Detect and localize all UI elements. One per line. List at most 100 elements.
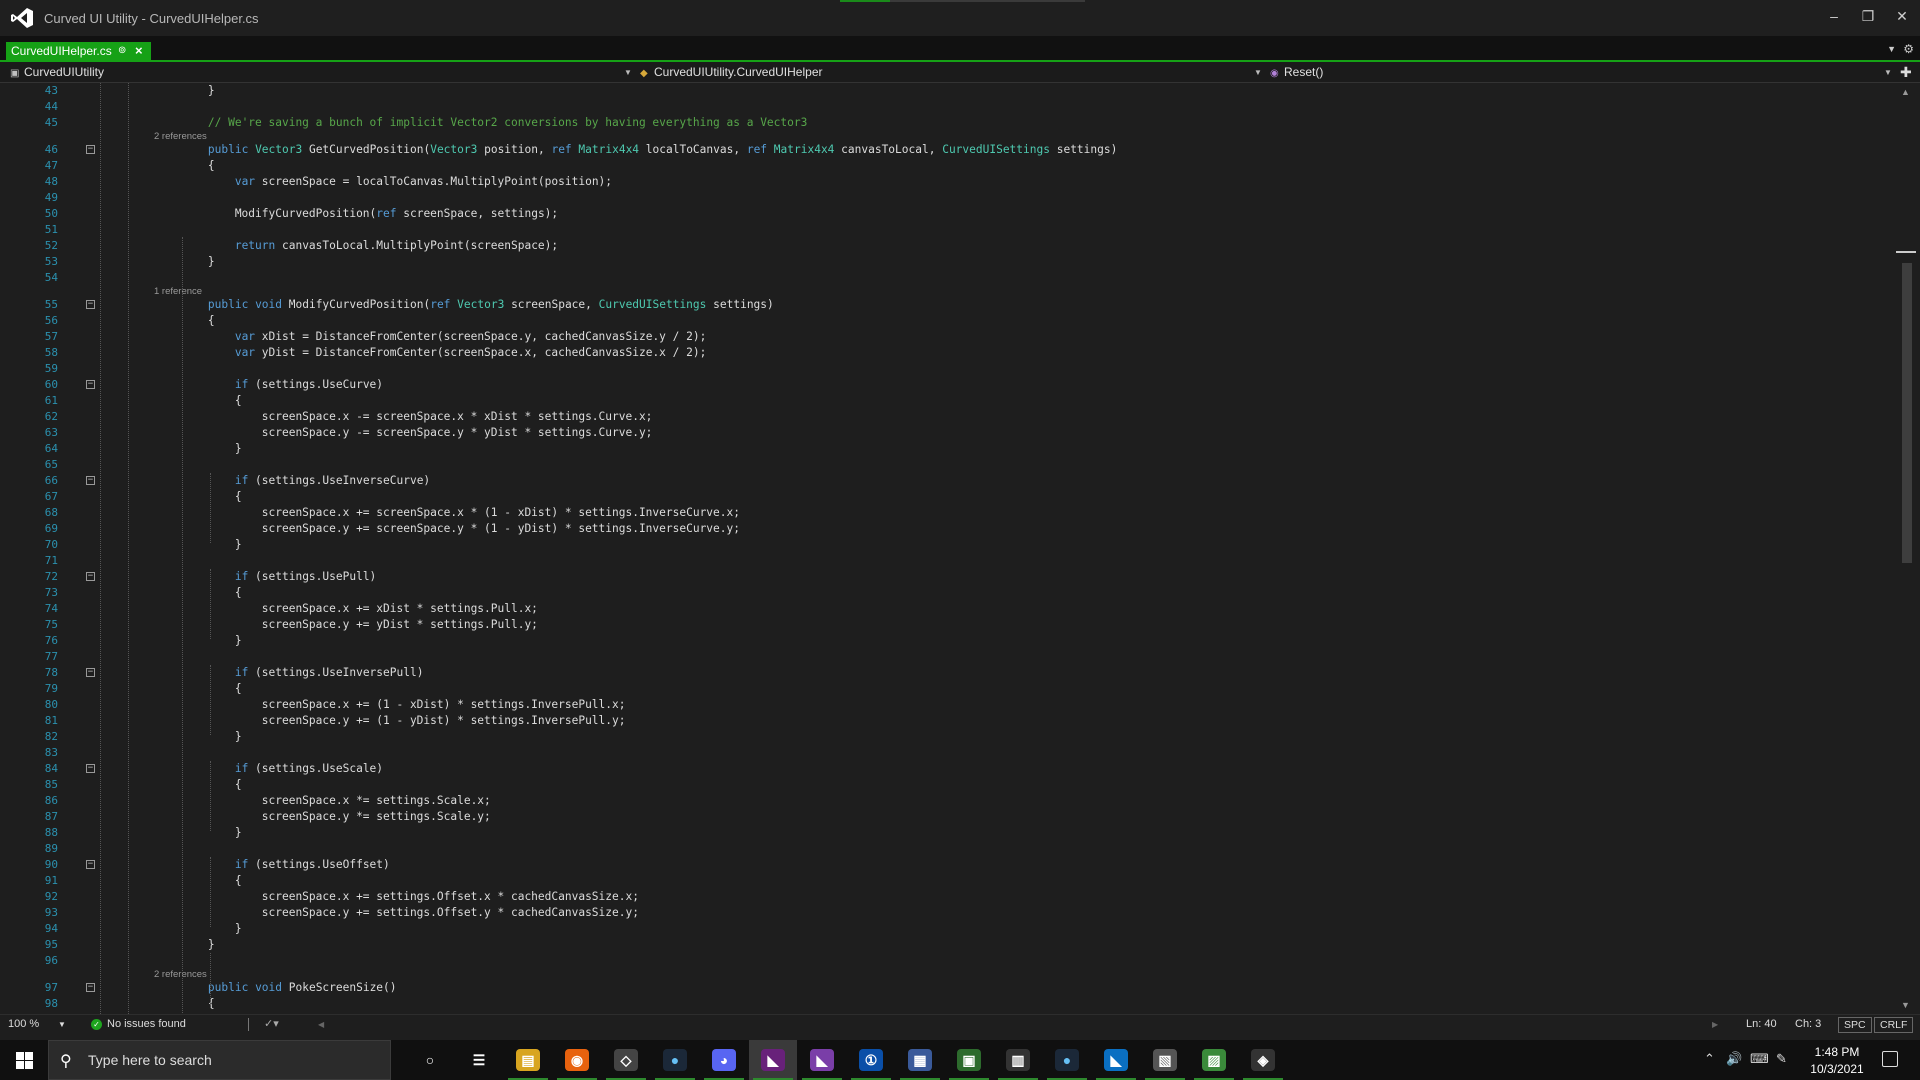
collapse-icon[interactable]: − [86,145,95,154]
code-line[interactable]: 50 ModifyCurvedPosition(ref screenSpace,… [0,206,1894,222]
scroll-up-icon[interactable]: ▲ [1901,87,1910,97]
code-line[interactable]: 81 screenSpace.y += (1 - yDist) * settin… [0,713,1894,729]
code-line[interactable]: 73 { [0,585,1894,601]
code-line[interactable]: 94 } [0,921,1894,937]
split-editor-icon[interactable]: ✚ [1900,65,1914,79]
close-tab-icon[interactable]: × [135,42,143,60]
chevron-down-icon[interactable]: ▼ [58,1015,66,1034]
chevron-down-icon[interactable]: ▼ [1884,62,1892,83]
collapse-icon[interactable]: − [86,572,95,581]
code-line[interactable]: 87 screenSpace.y *= settings.Scale.y; [0,809,1894,825]
show-hidden-icons-icon[interactable]: ⌃ [1704,1051,1715,1067]
volume-icon[interactable]: 🔊 [1726,1051,1742,1067]
code-line[interactable]: 61 { [0,393,1894,409]
code-line[interactable]: 67 { [0,489,1894,505]
tab-overflow-icon[interactable]: ▼ [1887,44,1896,54]
code-line[interactable]: 98 { [0,996,1894,1012]
pin-icon[interactable]: ⊚ [118,42,126,60]
taskbar-app-vscode-icon[interactable]: ◣ [1092,1040,1140,1080]
code-line[interactable]: 44 [0,99,1894,115]
clock-time[interactable]: 1:48 PM [1802,1045,1872,1059]
code-line[interactable]: 62 screenSpace.x -= screenSpace.x * xDis… [0,409,1894,425]
collapse-icon[interactable]: − [86,476,95,485]
code-line[interactable]: 96 [0,953,1894,969]
code-line[interactable]: 85 { [0,777,1894,793]
collapse-icon[interactable]: − [86,300,95,309]
code-line[interactable]: 65 [0,457,1894,473]
taskbar-app-app-icon-2[interactable]: ▣ [945,1040,993,1080]
code-line[interactable]: 69 screenSpace.y += screenSpace.y * (1 -… [0,521,1894,537]
scroll-right-icon[interactable]: ▶ [1712,1015,1718,1034]
taskbar-app-unity-icon[interactable]: ◈ [1239,1040,1287,1080]
scrollbar-thumb[interactable] [1902,263,1912,563]
collapse-icon[interactable]: − [86,860,95,869]
taskbar-app-file-explorer-icon[interactable]: ▤ [504,1040,552,1080]
code-line[interactable]: 83 [0,745,1894,761]
codelens-references[interactable]: 1 reference [154,286,202,297]
gear-icon[interactable]: ⚙ [1903,42,1914,56]
code-line[interactable]: 45 // We're saving a bunch of implicit V… [0,115,1894,131]
class-dropdown[interactable]: ◆ CurvedUIUtility.CurvedUIHelper [640,62,823,83]
code-line[interactable]: 68 screenSpace.x += screenSpace.x * (1 -… [0,505,1894,521]
issues-status[interactable]: No issues found [107,1015,186,1034]
notification-icon[interactable] [1882,1051,1898,1067]
code-line[interactable]: 84 − if (settings.UseScale) [0,761,1894,777]
taskbar-app-firefox-icon[interactable]: ◉ [553,1040,601,1080]
codelens-references[interactable]: 2 references [154,131,207,142]
code-line[interactable]: 58 var yDist = DistanceFromCenter(screen… [0,345,1894,361]
code-line[interactable]: 74 screenSpace.x += xDist * settings.Pul… [0,601,1894,617]
code-line[interactable]: 66 − if (settings.UseInverseCurve) [0,473,1894,489]
close-window-button[interactable]: ✕ [1888,4,1916,28]
restore-button[interactable]: ❐ [1854,4,1882,28]
code-line[interactable]: 71 [0,553,1894,569]
code-line[interactable]: 64 } [0,441,1894,457]
member-dropdown[interactable]: ◉ Reset() [1270,62,1323,83]
code-line[interactable]: 47 { [0,158,1894,174]
taskbar-app-app-icon[interactable]: ▦ [896,1040,944,1080]
taskbar-app-steam-2-icon[interactable]: ● [1043,1040,1091,1080]
whitespace-indicator[interactable]: SPC [1838,1017,1872,1033]
minimize-button[interactable]: – [1820,4,1848,28]
code-line[interactable]: 75 screenSpace.y += yDist * settings.Pul… [0,617,1894,633]
scroll-left-icon[interactable]: ◀ [318,1015,324,1034]
tab-curveduihelper[interactable]: CurvedUIHelper.cs ⊚ × [6,42,151,60]
taskbar-app-visual-studio-icon[interactable]: ◣ [749,1040,797,1080]
language-icon[interactable]: ⌨ [1750,1051,1769,1067]
code-line[interactable]: 72 − if (settings.UsePull) [0,569,1894,585]
code-line[interactable]: 59 [0,361,1894,377]
taskbar-app-1password-icon[interactable]: ① [847,1040,895,1080]
scroll-down-icon[interactable]: ▼ [1901,1000,1910,1010]
code-line[interactable]: 76 } [0,633,1894,649]
chevron-down-icon[interactable]: ▼ [624,62,632,83]
taskbar-app-app-icon-3[interactable]: ▥ [994,1040,1042,1080]
code-line[interactable]: 91 { [0,873,1894,889]
code-line[interactable]: 90 − if (settings.UseOffset) [0,857,1894,873]
code-line[interactable]: 70 } [0,537,1894,553]
code-line[interactable]: 43 } [0,83,1894,99]
code-line[interactable]: 93 screenSpace.y += settings.Offset.y * … [0,905,1894,921]
code-line[interactable]: 82 } [0,729,1894,745]
code-line[interactable]: 77 [0,649,1894,665]
code-line[interactable]: 88 } [0,825,1894,841]
taskbar-app-steam-icon[interactable]: ● [651,1040,699,1080]
collapse-icon[interactable]: − [86,983,95,992]
code-line[interactable]: 78 − if (settings.UseInversePull) [0,665,1894,681]
code-line[interactable]: 56 { [0,313,1894,329]
collapse-icon[interactable]: − [86,380,95,389]
code-line[interactable]: 95 } [0,937,1894,953]
taskbar-app-task-view-icon[interactable]: ☰ [455,1040,503,1080]
collapse-icon[interactable]: − [86,764,95,773]
code-line[interactable]: 80 screenSpace.x += (1 - xDist) * settin… [0,697,1894,713]
code-line[interactable]: 48 var screenSpace = localToCanvas.Multi… [0,174,1894,190]
code-line[interactable]: 79 { [0,681,1894,697]
clock-date[interactable]: 10/3/2021 [1802,1062,1872,1076]
windows-start-icon[interactable] [16,1052,33,1069]
code-line[interactable]: 89 [0,841,1894,857]
collapse-icon[interactable]: − [86,668,95,677]
codelens-references[interactable]: 2 references [154,969,207,980]
code-cleanup-icon[interactable]: ✓▾ [264,1015,279,1034]
taskbar-app-visual-studio-2-icon[interactable]: ◣ [798,1040,846,1080]
code-line[interactable]: 57 var xDist = DistanceFromCenter(screen… [0,329,1894,345]
code-line[interactable]: 53 } [0,254,1894,270]
vertical-scrollbar[interactable]: ▲ ▼ [1894,83,1920,1014]
